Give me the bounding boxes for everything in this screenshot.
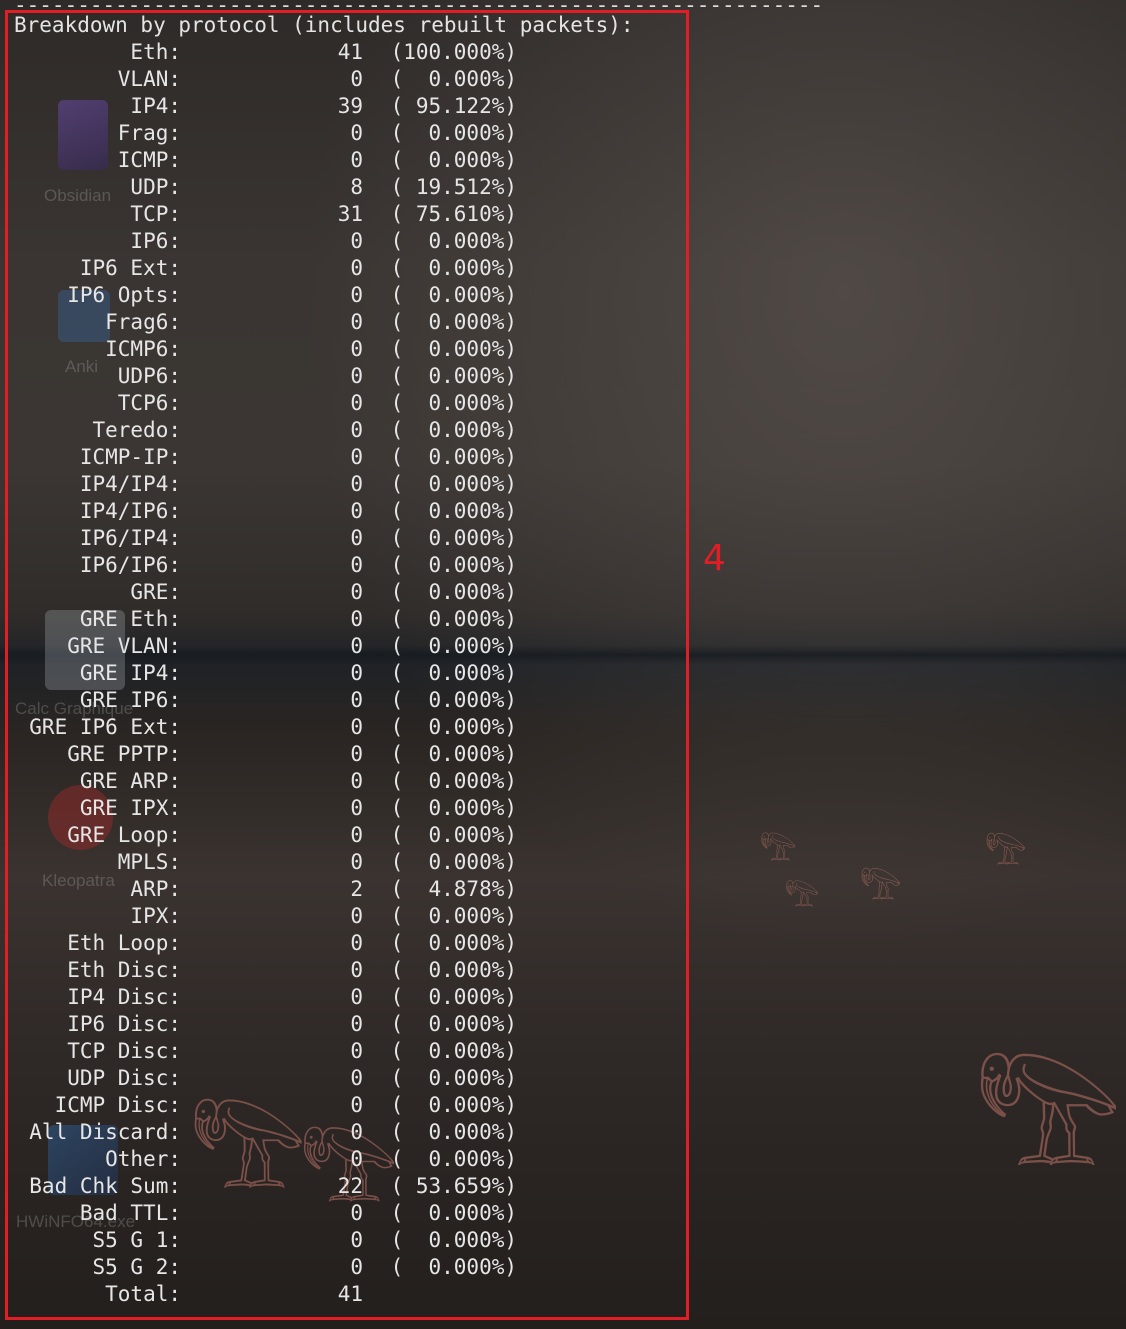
annotation-highlight-box xyxy=(5,10,689,1320)
annotation-number-label: 4 xyxy=(703,538,726,579)
